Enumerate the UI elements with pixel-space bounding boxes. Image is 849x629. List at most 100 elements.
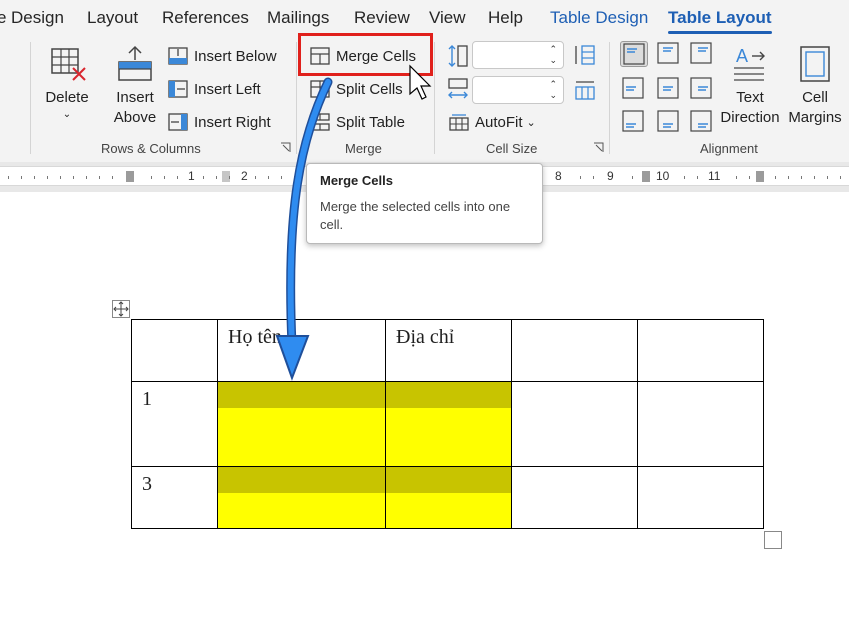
selected-cell[interactable] (217, 466, 386, 529)
split-table-button[interactable]: Split Table (310, 113, 405, 131)
split-table-icon (310, 113, 330, 131)
autofit-icon (449, 114, 469, 131)
align-center-left-button[interactable] (620, 76, 648, 102)
insert-below-label: Insert Below (194, 47, 277, 65)
align-top-center-button[interactable] (655, 41, 683, 67)
ruler-tick (164, 176, 165, 179)
insert-right-label: Insert Right (194, 113, 271, 131)
spin-arrows-icon[interactable]: ⌃ ⌄ (549, 79, 557, 101)
dialog-launcher-icon[interactable] (280, 142, 291, 153)
ruler-tick (749, 176, 750, 179)
distribute-columns-icon[interactable] (574, 79, 596, 101)
align-center-icon (657, 77, 679, 99)
align-bottom-center-button[interactable] (655, 109, 683, 135)
align-bottom-left-button[interactable] (620, 109, 648, 135)
align-top-left-icon (623, 43, 645, 65)
align-top-right-icon (690, 42, 712, 64)
selected-cell[interactable] (217, 381, 386, 467)
ruler-column-marker[interactable] (642, 171, 650, 182)
table-move-handle[interactable] (112, 300, 130, 318)
rows-columns-group-label: Rows & Columns (101, 141, 201, 156)
table-cell[interactable] (511, 466, 638, 529)
tab-review[interactable]: Review (354, 8, 410, 28)
align-bottom-right-button[interactable] (688, 109, 716, 135)
selection-band (386, 382, 511, 408)
align-top-left-button[interactable] (620, 41, 648, 67)
align-center-button[interactable] (655, 76, 683, 102)
selection-band (218, 382, 385, 408)
spin-arrows-icon[interactable]: ⌃ ⌄ (549, 44, 557, 66)
align-bottom-left-icon (622, 110, 644, 132)
insert-left-label: Insert Left (194, 80, 261, 98)
delete-button[interactable]: Delete ⌄ (42, 44, 92, 122)
ruler-tick (801, 176, 802, 179)
ruler-tick (580, 176, 581, 179)
text-direction-button[interactable]: A Text Direction (715, 44, 785, 128)
align-top-center-icon (657, 42, 679, 64)
table-cell[interactable] (637, 319, 764, 382)
tab-partial[interactable]: e (0, 8, 6, 28)
ruler-tick (788, 176, 789, 179)
tooltip-title: Merge Cells (320, 173, 393, 188)
ruler-column-marker[interactable] (756, 171, 764, 182)
delete-label: Delete (45, 89, 89, 106)
insert-left-button[interactable]: Insert Left (168, 80, 261, 98)
tab-table-design[interactable]: Table Design (550, 8, 648, 28)
split-cells-button[interactable]: Split Cells (310, 80, 403, 98)
tab-references[interactable]: References (162, 8, 249, 28)
align-center-right-button[interactable] (688, 76, 716, 102)
ruler-tick (268, 176, 269, 179)
document-table[interactable]: Họ tên Địa chỉ 1 3 (131, 319, 764, 529)
ruler-tick (34, 176, 35, 179)
cell-size-group-label: Cell Size (486, 141, 538, 156)
align-bottom-center-icon (657, 110, 679, 132)
ruler-tick (736, 176, 737, 179)
merge-group-label: Merge (345, 141, 382, 156)
group-separator (609, 42, 610, 154)
column-width-icon (448, 78, 468, 99)
menu-bar: e Design Layout References Mailings Revi… (0, 0, 849, 36)
ruler-tick (73, 176, 74, 179)
insert-right-button[interactable]: Insert Right (168, 113, 271, 131)
ruler-tick (593, 176, 594, 179)
tab-table-layout[interactable]: Table Layout (668, 8, 772, 34)
insert-below-button[interactable]: Insert Below (168, 47, 277, 65)
insert-above-button[interactable]: Insert Above (110, 44, 160, 128)
table-cell[interactable] (131, 319, 218, 382)
merge-cells-tooltip: Merge Cells Merge the selected cells int… (306, 163, 543, 244)
row-height-field[interactable]: ⌃ ⌄ (472, 41, 564, 69)
table-cell-row-number[interactable]: 3 (131, 466, 218, 529)
table-cell[interactable] (637, 381, 764, 467)
distribute-rows-icon[interactable] (574, 44, 596, 66)
table-cell-ho-ten[interactable]: Họ tên (217, 319, 386, 382)
dialog-launcher-icon[interactable] (593, 142, 604, 153)
align-center-left-icon (622, 77, 644, 99)
tooltip-description: Merge the selected cells into one cell. (320, 199, 511, 232)
selected-cell[interactable] (385, 381, 512, 467)
align-top-right-button[interactable] (688, 41, 716, 67)
tab-mailings[interactable]: Mailings (267, 8, 329, 28)
selection-band (218, 467, 385, 493)
column-width-field[interactable]: ⌃ ⌄ (472, 76, 564, 104)
table-resize-handle[interactable] (764, 531, 782, 549)
text-direction-label-2: Direction (720, 109, 780, 126)
table-cell[interactable] (511, 319, 638, 382)
insert-above-label-1: Insert (116, 89, 154, 106)
table-cell[interactable] (511, 381, 638, 467)
table-cell-row-number[interactable]: 1 (131, 381, 218, 467)
tab-help[interactable]: Help (488, 8, 523, 28)
table-row: 3 (131, 466, 764, 529)
autofit-button[interactable]: AutoFit ⌄ (449, 113, 536, 131)
ruler-tick (216, 176, 217, 179)
table-cell[interactable] (637, 466, 764, 529)
selected-cell[interactable] (385, 466, 512, 529)
tab-design[interactable]: Design (11, 8, 64, 28)
ruler-column-marker[interactable] (126, 171, 134, 182)
tab-view[interactable]: View (429, 8, 466, 28)
tab-layout[interactable]: Layout (87, 8, 138, 28)
table-cell-dia-chi[interactable]: Địa chỉ (385, 319, 512, 382)
ruler-tick (684, 176, 685, 179)
ruler-tick (47, 176, 48, 179)
cell-margins-button[interactable]: Cell Margins (784, 44, 846, 128)
ruler-number: 10 (656, 169, 670, 183)
